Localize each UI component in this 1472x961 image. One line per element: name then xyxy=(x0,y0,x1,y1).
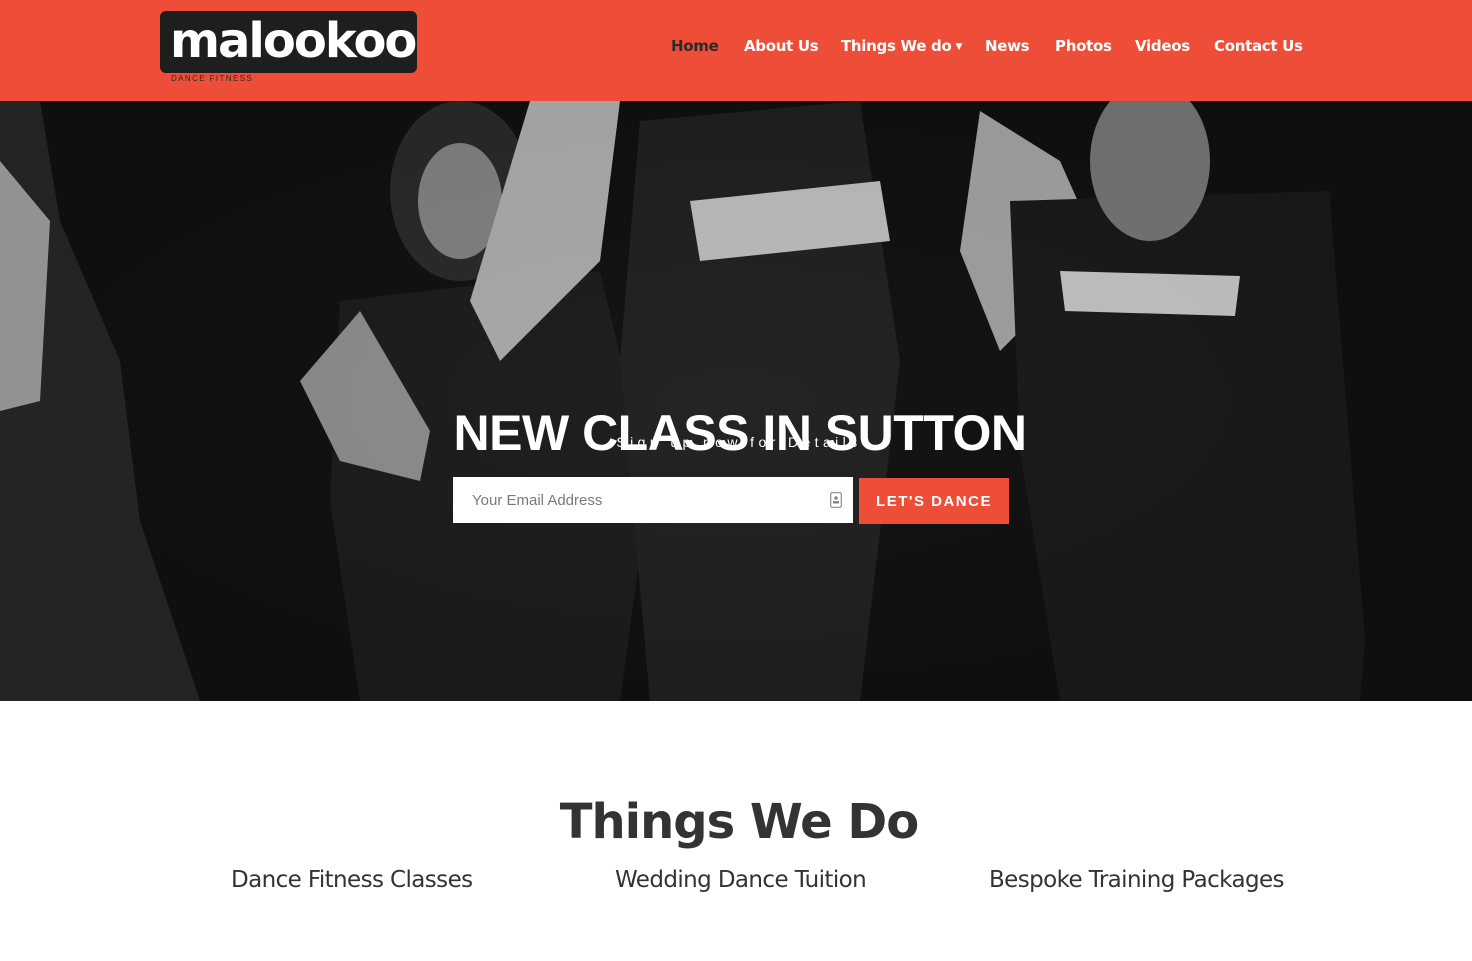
service-bespoke-training-packages[interactable]: Bespoke Training Packages xyxy=(989,864,1285,896)
contact-card-icon xyxy=(830,492,842,508)
service-wedding-dance-tuition[interactable]: Wedding Dance Tuition xyxy=(615,864,867,896)
nav-contact-us[interactable]: Contact Us xyxy=(1214,34,1303,58)
hero-background-photo xyxy=(0,101,1472,701)
main-nav: Home About Us Things We do ▼ News Photos … xyxy=(0,34,1472,58)
nav-videos[interactable]: Videos xyxy=(1135,34,1190,58)
email-input[interactable] xyxy=(453,477,853,523)
hero-title: NEW CLASS IN SUTTON xyxy=(453,404,1027,461)
nav-photos[interactable]: Photos xyxy=(1055,34,1112,58)
site-header: malookoo DANCE FITNESS Home About Us Thi… xyxy=(0,0,1472,101)
logo-tagline: DANCE FITNESS xyxy=(171,74,254,83)
chevron-down-icon: ▼ xyxy=(955,42,963,52)
nav-things-we-do[interactable]: Things We do ▼ xyxy=(841,34,962,58)
things-we-do-heading: Things We Do xyxy=(559,793,920,850)
nav-things-we-do-label: Things We do xyxy=(841,37,952,55)
nav-about-us[interactable]: About Us xyxy=(744,34,819,58)
hero-subtitle: Sign up now for Details xyxy=(616,434,862,450)
hero-banner: NEW CLASS IN SUTTON Sign up now for Deta… xyxy=(0,101,1472,701)
lets-dance-button[interactable]: LET'S DANCE xyxy=(859,478,1009,524)
nav-news[interactable]: News xyxy=(985,34,1030,58)
service-dance-fitness-classes[interactable]: Dance Fitness Classes xyxy=(231,864,473,896)
nav-home[interactable]: Home xyxy=(671,34,719,58)
